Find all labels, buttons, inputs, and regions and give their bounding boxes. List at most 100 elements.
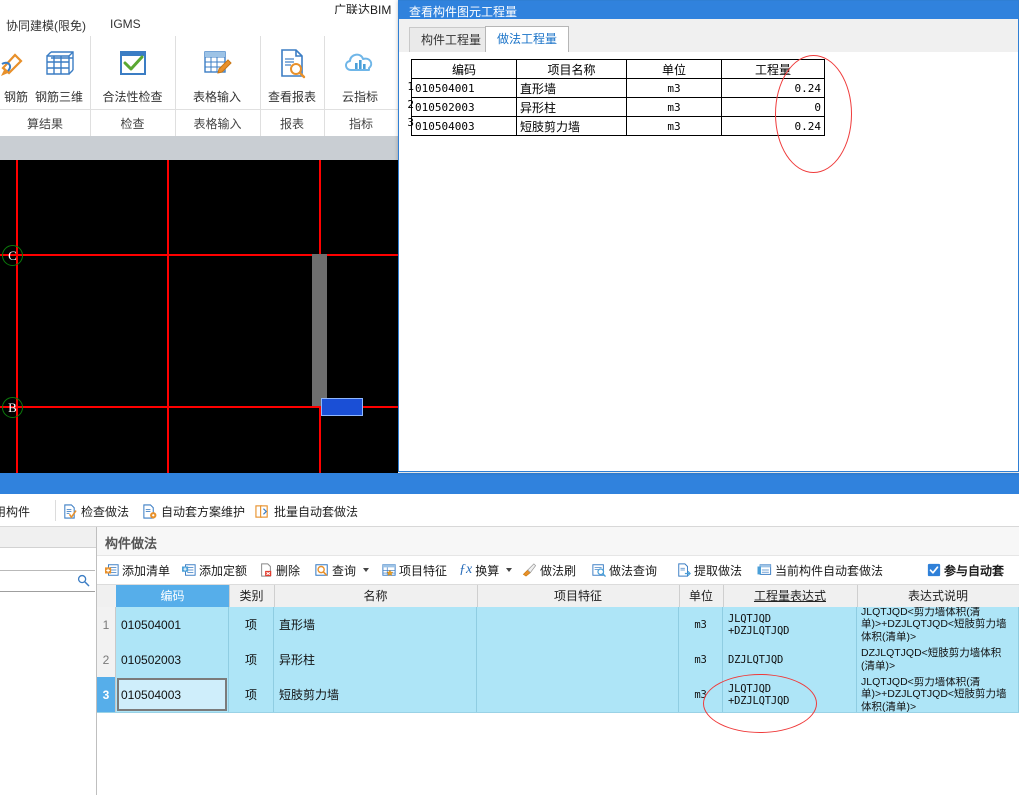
cell-exprdesc[interactable]: DZJLQTJQD<短肢剪力墙体积(清单)> [857, 642, 1019, 677]
checkbox-checked-icon[interactable] [927, 563, 941, 577]
component-method-panel: 构件做法 添加清单 添加定额 删除 查询 项目特征 ƒx 换算 做法刷 做法查询… [97, 527, 1019, 795]
cell-name[interactable]: 短肢剪力墙 [274, 677, 477, 712]
ribbon-button-table-input[interactable]: 表格输入 [181, 40, 253, 105]
cell-expr[interactable]: JLQTJQD +DZJLQTJQD [723, 677, 857, 712]
cell-exprdesc[interactable]: JLQTJQD<剪力墙体积(清单)>+DZJLQTJQD<短肢剪力墙体积(清单)… [857, 607, 1019, 642]
cell-exprdesc[interactable]: JLQTJQD<剪力墙体积(清单)>+DZJLQTJQD<短肢剪力墙体积(清单)… [857, 677, 1019, 712]
ribbon-button-validity-check[interactable]: 合法性检查 [95, 40, 170, 105]
button-extract-method[interactable]: 提取做法 [677, 560, 742, 580]
label-delete: 删除 [276, 563, 301, 578]
ribbon-group-report: 查看报表 报表 [260, 36, 325, 136]
cell-expr[interactable]: JLQTJQD +DZJLQTJQD [723, 607, 857, 642]
cell-feature[interactable] [477, 607, 679, 642]
dialog-title-bar[interactable]: 查看构件图元工程量 [399, 1, 1018, 19]
ribbon-label-rebar3d: 钢筋三维 [34, 90, 83, 104]
button-project-feature[interactable]: 项目特征 [382, 560, 447, 580]
cad-drawing-canvas[interactable]: C B [0, 160, 398, 473]
grid-line-vertical [16, 160, 18, 473]
cell-feature[interactable] [477, 642, 679, 677]
button-query[interactable]: 查询 [315, 560, 370, 580]
dialog-col-itemname[interactable]: 项目名称 [516, 59, 627, 79]
cell-code[interactable]: 010504003 [116, 677, 229, 712]
button-delete[interactable]: 删除 [259, 560, 300, 580]
tab-component-quantity[interactable]: 构件工程量 [409, 27, 494, 52]
toolbar-item-check-method[interactable]: 检查做法 [62, 500, 129, 522]
checkbox-participate-auto[interactable]: 参与自动套 [927, 560, 1004, 580]
chevron-down-icon[interactable] [363, 568, 370, 572]
left-tree-panel [0, 527, 97, 795]
cell-exprdesc-text: DZJLQTJQD<短肢剪力墙体积(清单)> [861, 647, 1002, 672]
button-method-query[interactable]: 做法查询 [592, 560, 657, 580]
dialog-table-row[interactable]: 010504001 直形墙 m3 0.24 [411, 78, 825, 98]
ribbon-button-view-report[interactable]: 查看报表 [256, 40, 328, 105]
label-method-brush: 做法刷 [540, 563, 577, 578]
cell-exprdesc-text: JLQTJQD<剪力墙体积(清单)>+DZJLQTJQD<短肢剪力墙体积(清单)… [861, 607, 1007, 642]
cell-category[interactable]: 项 [229, 677, 274, 712]
tab-method-quantity[interactable]: 做法工程量 [485, 26, 570, 52]
cell-unit[interactable]: m3 [679, 607, 723, 642]
grid-header-code[interactable]: 编码 [116, 585, 230, 607]
label-participate-auto: 参与自动套 [944, 563, 1005, 578]
dialog-table-row[interactable]: 010502003 异形柱 m3 0 [411, 97, 825, 117]
menu-item-igms[interactable]: IGMS [110, 17, 141, 31]
toolbar-item-use-component[interactable]: 使用构件 [0, 500, 30, 522]
cell-code[interactable]: 010502003 [116, 642, 229, 677]
button-current-auto-method[interactable]: 当前构件自动套做法 [757, 560, 883, 580]
row-index: 1 [97, 607, 116, 642]
method-grid[interactable]: 编码 类别 名称 项目特征 单位 工程量表达式 表达式说明 单价 1 01050… [97, 585, 1019, 795]
dialog-col-code[interactable]: 编码 [411, 59, 517, 79]
query-icon [315, 563, 329, 577]
cell-unit[interactable]: m3 [679, 677, 723, 712]
left-panel-tree-body[interactable] [0, 592, 95, 795]
table-row[interactable]: 1 010504001 项 直形墙 m3 JLQTJQD +DZJLQTJQD … [97, 607, 1019, 643]
button-method-brush[interactable]: 做法刷 [522, 560, 576, 580]
cell-category-text: 项 [244, 618, 257, 632]
table-row[interactable]: 2 010502003 项 异形柱 m3 DZJLQTJQD DZJLQTJQD… [97, 642, 1019, 678]
dialog-col-unit[interactable]: 单位 [626, 59, 722, 79]
cell-feature[interactable] [477, 677, 679, 712]
selected-element[interactable] [321, 398, 363, 416]
grid-header-category[interactable]: 类别 [229, 585, 275, 607]
cell-expr-text: JLQTJQD +DZJLQTJQD [728, 612, 790, 637]
grid-header-expr[interactable]: 工程量表达式 [723, 585, 858, 607]
view-element-quantity-dialog[interactable]: 查看构件图元工程量 构件工程量 做法工程量 1 2 3 编码 项目名称 单位 工… [398, 0, 1019, 472]
cell-code[interactable]: 010504001 [116, 607, 229, 642]
table-row[interactable]: 3 010504003 项 短肢剪力墙 m3 JLQTJQD +DZJLQTJQ… [97, 677, 1019, 713]
cell-category[interactable]: 项 [229, 607, 274, 642]
row-index: 2 [97, 642, 116, 677]
cell-unit-text: m3 [694, 618, 707, 631]
grid-header-feature[interactable]: 项目特征 [477, 585, 680, 607]
cell-unit-text: m3 [694, 688, 707, 701]
grid-header-exprdesc[interactable]: 表达式说明 [857, 585, 1019, 607]
ribbon-button-cloud-indicator[interactable]: 云指标 [330, 40, 390, 105]
check-box-icon [95, 40, 170, 86]
ribbon-button-rebar3d[interactable]: 钢筋三维 [30, 40, 88, 105]
search-icon[interactable] [77, 574, 90, 587]
cell-unit[interactable]: m3 [679, 642, 723, 677]
dialog-title: 查看构件图元工程量 [409, 5, 518, 19]
button-conversion[interactable]: ƒx 换算 [459, 560, 513, 580]
method-query-icon [592, 563, 606, 577]
toolbar-item-batch-auto[interactable]: 批量自动套做法 [255, 500, 358, 522]
grid-header-name[interactable]: 名称 [274, 585, 478, 607]
menu-item-collab[interactable]: 协同建模(限免) [6, 17, 86, 34]
cell-name[interactable]: 异形柱 [274, 642, 477, 677]
cell-expr[interactable]: DZJLQTJQD [723, 642, 857, 677]
auto-scheme-icon [142, 503, 157, 519]
fx-icon: ƒx [459, 562, 473, 577]
wall-element[interactable] [312, 254, 327, 406]
ribbon-group-table-input: 表格输入 表格输入 [175, 36, 261, 136]
button-add-quota[interactable]: 添加定额 [182, 560, 247, 580]
dialog-table-row[interactable]: 010504003 短肢剪力墙 m3 0.24 [411, 116, 825, 136]
grid-header-unit[interactable]: 单位 [679, 585, 724, 607]
cell-category[interactable]: 项 [229, 642, 274, 677]
dialog-col-quantity[interactable]: 工程量 [721, 59, 825, 79]
left-panel-combo[interactable] [0, 548, 95, 571]
cell-category-text: 项 [244, 653, 257, 667]
chevron-down-icon[interactable] [506, 568, 513, 572]
cell-name[interactable]: 直形墙 [274, 607, 477, 642]
toolbar-item-auto-scheme[interactable]: 自动套方案维护 [142, 500, 245, 522]
search-input[interactable] [0, 571, 95, 592]
dialog-quantity-table[interactable]: 编码 项目名称 单位 工程量 010504001 直形墙 m3 0.24 010… [411, 59, 825, 136]
button-add-list[interactable]: 添加清单 [105, 560, 170, 580]
